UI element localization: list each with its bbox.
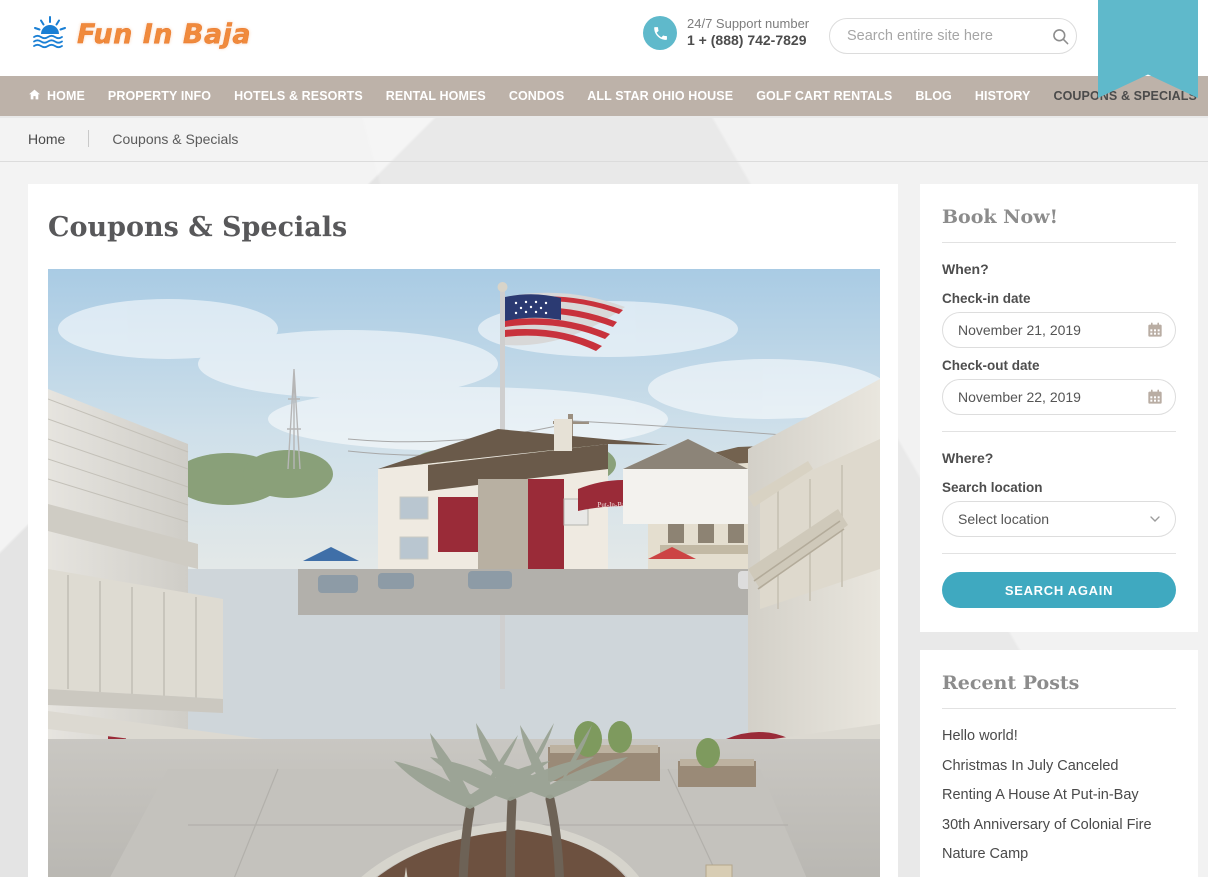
location-label: Search location: [942, 480, 1043, 495]
nav-label: HOME: [47, 89, 85, 103]
home-icon: [28, 88, 41, 104]
nav-item-coupons-specials[interactable]: COUPONS & SPECIALS: [1053, 89, 1197, 103]
site-search[interactable]: [829, 18, 1077, 54]
checkout-date-input[interactable]: November 22, 2019: [942, 379, 1176, 415]
chevron-down-icon: [1147, 511, 1163, 527]
nav-item-condos[interactable]: CONDOS: [509, 89, 564, 103]
search-icon: [1052, 28, 1068, 44]
main-navigation: HOME PROPERTY INFO HOTELS & RESORTS RENT…: [0, 76, 1208, 116]
nav-item-property-info[interactable]: PROPERTY INFO: [108, 89, 211, 103]
featured-photo: Put-In-Bay Resort: [48, 269, 880, 877]
recent-posts-widget: Recent Posts Hello world! Christmas In J…: [920, 650, 1198, 877]
nav-item-home[interactable]: HOME: [28, 88, 85, 104]
recent-post-item[interactable]: Hello world!: [942, 727, 1176, 747]
checkout-label: Check-out date: [942, 358, 1040, 373]
recent-post-item[interactable]: Renting A House At Put-in-Bay: [942, 786, 1176, 806]
phone-icon: [643, 16, 677, 50]
page-root: Fun In Baja 24/7 Support number 1 + (888…: [0, 0, 1208, 877]
section-divider: [942, 553, 1176, 554]
nav-item-blog[interactable]: BLOG: [915, 89, 952, 103]
site-header: Fun In Baja 24/7 Support number 1 + (888…: [0, 0, 1208, 98]
recent-posts-title: Recent Posts: [942, 672, 1176, 709]
sidebar: Book Now! When? Check-in date November 2…: [920, 184, 1198, 877]
breadcrumb: Home Coupons & Specials: [0, 116, 1208, 162]
book-now-title: Book Now!: [942, 206, 1176, 243]
checkin-date-value: November 21, 2019: [958, 322, 1081, 338]
main-content-card: Coupons & Specials Put-In-Bay: [28, 184, 898, 877]
recent-post-item[interactable]: Christmas In July Canceled: [942, 757, 1176, 777]
nav-item-golf-cart-rentals[interactable]: GOLF CART RENTALS: [756, 89, 892, 103]
where-label: Where?: [942, 450, 994, 466]
support-label: 24/7 Support number: [687, 16, 810, 32]
breadcrumb-home[interactable]: Home: [28, 131, 65, 147]
search-again-button[interactable]: SEARCH AGAIN: [942, 572, 1176, 608]
breadcrumb-current: Coupons & Specials: [112, 130, 239, 147]
support-number: 1 + (888) 742-7829: [687, 32, 807, 49]
logo-text: Fun In Baja: [77, 18, 252, 50]
recent-post-item[interactable]: Nature Camp: [942, 845, 1176, 865]
search-input[interactable]: [830, 19, 1044, 53]
location-select[interactable]: Select location: [942, 501, 1176, 537]
checkout-date-value: November 22, 2019: [958, 389, 1081, 405]
nav-item-rental-homes[interactable]: RENTAL HOMES: [386, 89, 486, 103]
checkin-date-input[interactable]: November 21, 2019: [942, 312, 1176, 348]
sun-waves-icon: [30, 14, 70, 54]
section-divider: [942, 431, 1176, 432]
checkin-label: Check-in date: [942, 291, 1031, 306]
location-select-value: Select location: [958, 511, 1050, 527]
book-now-widget: Book Now! When? Check-in date November 2…: [920, 184, 1198, 632]
page-title: Coupons & Specials: [48, 212, 348, 243]
breadcrumb-separator: [88, 130, 90, 147]
content-area: Coupons & Specials Put-In-Bay Book Now! …: [0, 162, 1208, 877]
nav-item-hotels-resorts[interactable]: HOTELS & RESORTS: [234, 89, 363, 103]
nav-item-all-star-ohio-house[interactable]: ALL STAR OHIO HOUSE: [587, 89, 733, 103]
calendar-icon[interactable]: [1147, 322, 1163, 338]
when-label: When?: [942, 261, 989, 277]
nav-item-history[interactable]: HISTORY: [975, 89, 1031, 103]
support-info: 24/7 Support number 1 + (888) 742-7829: [643, 16, 809, 50]
search-button[interactable]: [1044, 19, 1076, 53]
calendar-icon[interactable]: [1147, 389, 1163, 405]
site-logo[interactable]: Fun In Baja: [30, 14, 251, 54]
recent-post-item[interactable]: 30th Anniversary of Colonial Fire: [942, 816, 1176, 836]
